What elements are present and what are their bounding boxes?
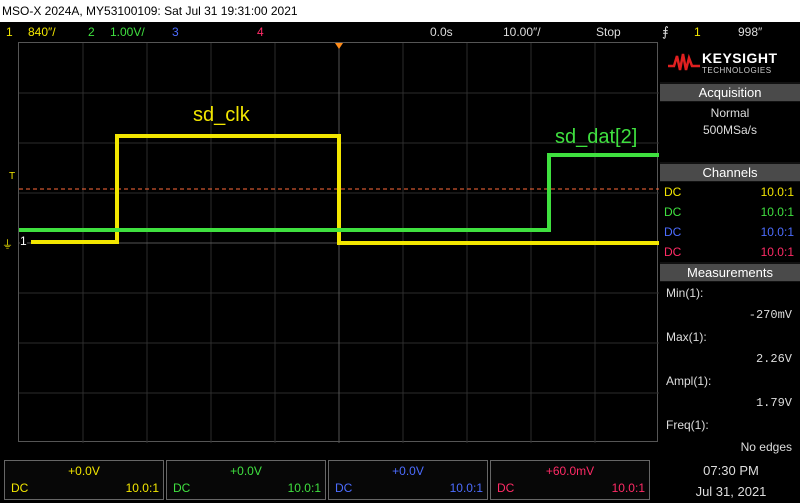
ch4-number[interactable]: 4 [257, 22, 264, 42]
channel-probe-ratio: 10.0:1 [449, 481, 483, 495]
measurement-label-row: Freq(1): [660, 414, 800, 436]
run-state[interactable]: Stop [596, 22, 621, 42]
acquisition-panel: Normal 500MSa/s [660, 102, 800, 162]
measurement-label[interactable]: Freq(1): [666, 414, 709, 436]
ch1-number[interactable]: 1 [6, 22, 13, 42]
trigger-position-marker[interactable] [335, 43, 343, 49]
ch3-settings-box[interactable]: +0.0V DC 10.0:1 [328, 460, 488, 500]
ground-icon: ⏚ [2, 239, 13, 251]
channel-probe-ratio: 10.0:1 [760, 245, 794, 259]
brand-name: KEYSIGHT [702, 50, 778, 66]
measurements-panel: Min(1): -270mV Max(1): 2.26V Ampl(1): 1.… [660, 282, 800, 454]
channel-bar: +0.0V DC 10.0:1 +0.0V DC 10.0:1 +0.0V DC… [0, 458, 800, 503]
channel-probe-ratio: 10.0:1 [760, 185, 794, 199]
channel-coupling: DC [335, 481, 353, 495]
measurement-value-row: -270mV [660, 304, 800, 326]
ch1-settings-box[interactable]: +0.0V DC 10.0:1 [4, 460, 164, 500]
delay-readout[interactable]: 0.0s [430, 22, 453, 42]
channel-coupling: DC [11, 481, 29, 495]
channel-offset: +60.0mV [545, 464, 595, 478]
timebase-readout[interactable]: 10.00″/ [503, 22, 541, 42]
keysight-logo: KEYSIGHT TECHNOLOGIES [660, 42, 800, 82]
measurement-label[interactable]: Ampl(1): [666, 370, 711, 392]
measurement-value-row: 1.79V [660, 392, 800, 414]
trigger-level[interactable]: 998″ [738, 22, 762, 42]
ch4-settings-box[interactable]: +60.0mV DC 10.0:1 [490, 460, 650, 500]
measurement-value: -270mV [748, 308, 792, 322]
measurement-label[interactable]: Max(1): [666, 326, 707, 348]
clock: 07:30 PM Jul 31, 2021 [662, 458, 800, 503]
sample-rate: 500MSa/s [702, 123, 758, 137]
clock-time: 07:30 PM [703, 463, 759, 478]
measurement-label-row: Ampl(1): [660, 370, 800, 392]
channel-offset: +0.0V [392, 464, 424, 478]
acquisition-mode: Normal [710, 106, 750, 120]
trigger-source[interactable]: 1 [694, 22, 701, 42]
ch1-scale[interactable]: 840″/ [28, 22, 56, 42]
trigger-level-marker[interactable]: T [9, 171, 15, 182]
measurement-label[interactable]: Min(1): [666, 282, 703, 304]
window-title: MSO-X 2024A, MY53100109: Sat Jul 31 19:3… [0, 0, 800, 22]
ch2-number[interactable]: 2 [88, 22, 95, 42]
measurement-label-row: Max(1): [660, 326, 800, 348]
channel-offset: +0.0V [230, 464, 262, 478]
channel-row-2[interactable]: DC 10.0:1 [660, 202, 800, 222]
channels-panel: DC 10.0:1 DC 10.0:1 DC 10.0:1 DC 10.0:1 [660, 182, 800, 262]
channel-probe-ratio: 10.0:1 [125, 481, 159, 495]
status-bar: 1 840″/ 2 1.00V/ 3 4 0.0s 10.00″/ Stop ⨎… [0, 22, 800, 42]
channel-probe-ratio: 10.0:1 [760, 225, 794, 239]
ch3-number[interactable]: 3 [172, 22, 179, 42]
waveform-display[interactable] [18, 42, 659, 443]
channel-coupling: DC [173, 481, 191, 495]
measurement-label-row: Min(1): [660, 282, 800, 304]
sd-dat-label: sd_dat[2] [555, 126, 638, 148]
measurement-value: No edges [740, 440, 792, 454]
channel-row-1[interactable]: DC 10.0:1 [660, 182, 800, 202]
channel-coupling: DC [664, 205, 682, 219]
channel-coupling: DC [664, 245, 682, 259]
acquisition-header[interactable]: Acquisition [660, 84, 800, 101]
measurement-value-row: No edges [660, 436, 800, 458]
channel-coupling: DC [664, 225, 682, 239]
waveform-svg [19, 43, 659, 443]
measurements-header[interactable]: Measurements [660, 264, 800, 281]
ch2-settings-box[interactable]: +0.0V DC 10.0:1 [166, 460, 326, 500]
sd-clk-label: sd_clk [193, 104, 250, 126]
channel-row-4[interactable]: DC 10.0:1 [660, 242, 800, 262]
channel-probe-ratio: 10.0:1 [611, 481, 645, 495]
channel-probe-ratio: 10.0:1 [287, 481, 321, 495]
trigger-edge-icon: ⨎ [662, 24, 669, 39]
measurement-value: 1.79V [755, 396, 792, 410]
channel-coupling: DC [497, 481, 515, 495]
ch1-ground-marker[interactable]: 1 [20, 234, 27, 248]
keysight-wave-icon [668, 53, 700, 71]
channel-offset: +0.0V [68, 464, 100, 478]
channels-header[interactable]: Channels [660, 164, 800, 181]
channel-row-3[interactable]: DC 10.0:1 [660, 222, 800, 242]
brand-sub: TECHNOLOGIES [702, 66, 772, 75]
measurement-value-row: 2.26V [660, 348, 800, 370]
clock-date: Jul 31, 2021 [695, 484, 767, 499]
measurement-value: 2.26V [755, 352, 792, 366]
channel-coupling: DC [664, 185, 682, 199]
channel-probe-ratio: 10.0:1 [760, 205, 794, 219]
ch2-scale[interactable]: 1.00V/ [110, 22, 145, 42]
